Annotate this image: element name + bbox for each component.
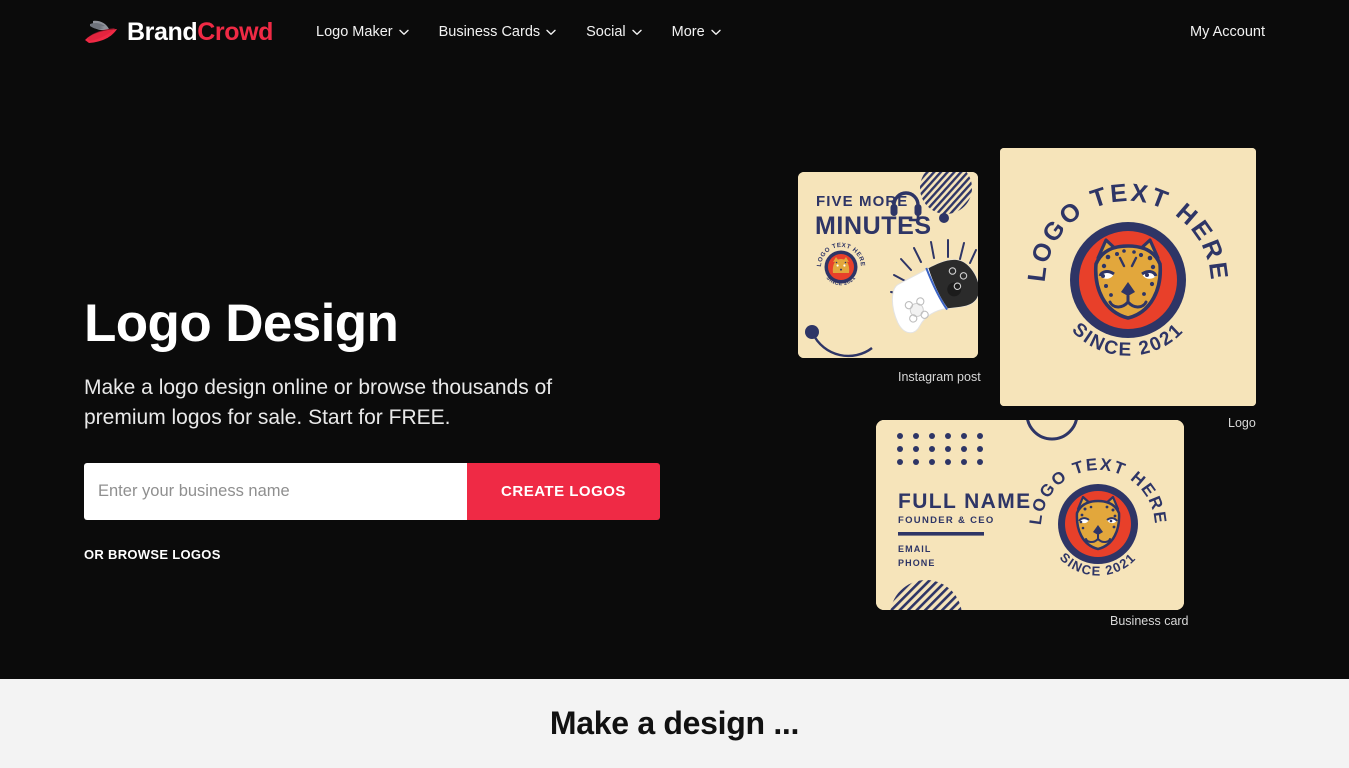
caption-logo: Logo (1228, 416, 1256, 430)
caption-business-card: Business card (1110, 614, 1189, 628)
make-a-design-section: Make a design ... (0, 679, 1349, 768)
browse-logos-link[interactable]: OR BROWSE LOGOS (84, 547, 221, 562)
brand-word-brand: Brand (127, 17, 198, 46)
chevron-down-icon (546, 29, 556, 36)
bc-full-name: FULL NAME (898, 490, 1032, 513)
site-header: BrandCrowd Logo Maker Business Cards Soc… (0, 0, 1349, 64)
business-card-artwork: FULL NAME FOUNDER & CEO EMAIL PHONE LOGO… (876, 420, 1184, 610)
primary-nav: Logo Maker Business Cards Social More (301, 17, 736, 48)
nav-item-logo-maker[interactable]: Logo Maker (301, 17, 424, 48)
page-root: BrandCrowd Logo Maker Business Cards Soc… (0, 0, 1349, 768)
hero-copy: Logo Design Make a logo design online or… (84, 296, 704, 564)
business-card-preview[interactable]: FULL NAME FOUNDER & CEO EMAIL PHONE LOGO… (876, 420, 1184, 610)
chevron-down-icon (631, 29, 642, 36)
logo-artwork: LOGO TEXT HERE SINCE 2021 (1000, 148, 1256, 406)
brandcrowd-logo-link[interactable]: BrandCrowd (84, 17, 273, 47)
nav-item-business-cards[interactable]: Business Cards (424, 17, 572, 48)
business-name-input[interactable] (84, 462, 467, 520)
showcase-gallery: FIVE MORE MINUTES LOGO TEXT HERE SINCE 2… (780, 64, 1349, 679)
brand-wordmark: BrandCrowd (127, 17, 274, 46)
nav-label-logo-maker: Logo Maker (316, 23, 393, 40)
bc-email-label: EMAIL (898, 544, 932, 554)
svg-text:FIVE MORE: FIVE MORE (816, 193, 908, 210)
section-title: Make a design ... (549, 705, 800, 741)
chevron-down-icon (398, 29, 409, 36)
business-name-searchbar: CREATE LOGOS (84, 462, 660, 520)
bc-role: FOUNDER & CEO (898, 515, 995, 526)
hero-subtitle: Make a logo design online or browse thou… (84, 375, 553, 430)
nav-label-social: Social (586, 23, 626, 40)
nav-label-more: More (671, 23, 705, 40)
create-logos-button[interactable]: CREATE LOGOS (467, 462, 660, 520)
brand-word-crowd: Crowd (197, 17, 274, 46)
brandcrowd-feather-icon (84, 17, 120, 47)
bc-phone-label: PHONE (898, 558, 936, 568)
nav-item-social[interactable]: Social (571, 17, 657, 48)
svg-text:MINUTES: MINUTES (815, 212, 932, 240)
nav-label-business-cards: Business Cards (438, 23, 541, 40)
chevron-down-icon (710, 29, 721, 36)
page-title: Logo Design (84, 294, 399, 353)
instagram-post-card[interactable]: FIVE MORE MINUTES LOGO TEXT HERE SINCE 2… (798, 172, 978, 358)
hero-section: Logo Design Make a logo design online or… (0, 64, 1349, 679)
caption-instagram-post: Instagram post (898, 370, 981, 384)
logo-preview-card[interactable]: LOGO TEXT HERE SINCE 2021 (1000, 148, 1256, 406)
instagram-post-artwork: FIVE MORE MINUTES LOGO TEXT HERE SINCE 2… (798, 172, 978, 358)
my-account-link[interactable]: My Account (1190, 24, 1265, 40)
nav-item-more[interactable]: More (657, 17, 736, 48)
